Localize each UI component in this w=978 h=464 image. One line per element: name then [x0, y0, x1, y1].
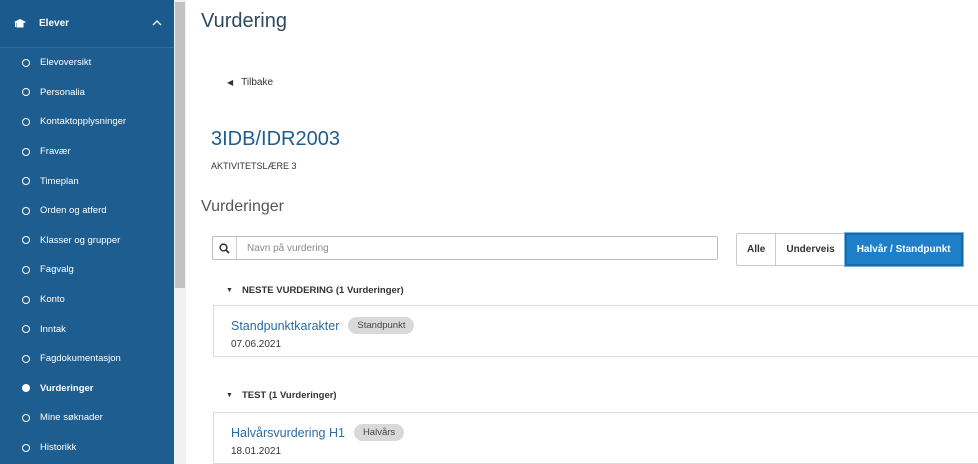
radio-circle-icon	[22, 443, 30, 452]
sidebar-item-kontaktopplysninger[interactable]: Kontaktopplysninger	[0, 107, 174, 137]
filter-alle-button[interactable]: Alle	[736, 233, 777, 266]
sidebar-item-label: Historikk	[40, 442, 77, 454]
sidebar-item-klasser-og-grupper[interactable]: Klasser og grupper	[0, 226, 174, 256]
sidebar-item-vurderinger[interactable]: Vurderinger	[0, 374, 174, 404]
radio-circle-icon	[22, 177, 30, 186]
sidebar-item-orden-og-atferd[interactable]: Orden og atferd	[0, 196, 174, 226]
radio-circle-icon	[22, 58, 30, 67]
radio-circle-icon	[22, 265, 30, 274]
sidebar-section-header[interactable]: Elever	[0, 0, 174, 48]
sidebar-item-label: Timeplan	[40, 175, 79, 187]
sidebar-item-fagdokumentasjon[interactable]: Fagdokumentasjon	[0, 344, 174, 374]
sidebar-item-label: Elevoversikt	[40, 57, 92, 69]
scrollbar-thumb[interactable]	[175, 2, 185, 288]
sidebar-item-label: Inntak	[40, 323, 66, 335]
filter-button-group: Alle Underveis Halvår / Standpunkt	[736, 233, 963, 266]
sidebar-item-label: Orden og atferd	[40, 205, 107, 217]
assessment-date: 07.06.2021	[231, 339, 282, 350]
sidebar-section-title: Elever	[39, 18, 70, 29]
course-name: AKTIVITETSLÆRE 3	[211, 161, 297, 171]
sidebar-item-fravaer[interactable]: Fravær	[0, 137, 174, 167]
search-input[interactable]	[237, 242, 697, 254]
app-root: Elever Elevoversikt Personalia Kontaktop…	[0, 0, 978, 464]
course-code: 3IDB/IDR2003	[211, 128, 340, 150]
filter-underveis-button[interactable]: Underveis	[775, 233, 846, 266]
filter-halvar-standpunkt-button[interactable]: Halvår / Standpunkt	[844, 233, 963, 266]
radio-circle-icon	[22, 413, 30, 422]
sidebar-item-konto[interactable]: Konto	[0, 285, 174, 315]
search-icon[interactable]	[213, 237, 237, 259]
sidebar-menu: Elevoversikt Personalia Kontaktopplysnin…	[0, 48, 174, 462]
radio-circle-icon	[22, 295, 30, 304]
sidebar-item-label: Fagdokumentasjon	[40, 353, 121, 365]
group-header-neste-vurdering[interactable]: ▼ NESTE VURDERING (1 Vurderinger)	[226, 285, 404, 296]
assessment-card-title-row: Halvårsvurdering H1 Halvårs	[231, 424, 405, 441]
sidebar-item-label: Klasser og grupper	[40, 234, 121, 246]
back-label: Tilbake	[241, 77, 274, 88]
sidebar-item-label: Fravær	[40, 146, 71, 158]
radio-circle-icon	[22, 88, 30, 97]
sidebar-scrollbar[interactable]	[174, 0, 186, 464]
sidebar-item-label: Kontaktopplysninger	[40, 116, 127, 128]
sidebar-item-elevoversikt[interactable]: Elevoversikt	[0, 48, 174, 78]
assessment-card[interactable]: Standpunktkarakter Standpunkt 07.06.2021	[213, 305, 978, 357]
radio-circle-icon	[22, 117, 30, 126]
sidebar-item-personalia[interactable]: Personalia	[0, 78, 174, 108]
radio-circle-icon	[22, 206, 30, 215]
assessment-card[interactable]: Halvårsvurdering H1 Halvårs 18.01.2021	[213, 412, 978, 464]
group-header-test[interactable]: ▼ TEST (1 Vurderinger)	[226, 390, 337, 401]
sidebar-item-label: Mine søknader	[40, 412, 103, 424]
sidebar-item-mine-soknader[interactable]: Mine søknader	[0, 403, 174, 433]
caret-left-icon: ◀	[227, 78, 234, 87]
assessment-date: 18.01.2021	[231, 446, 282, 457]
radio-circle-icon	[22, 236, 30, 245]
graduation-cap-icon	[14, 18, 26, 27]
section-title: Vurderinger	[201, 198, 285, 215]
sidebar-item-fagvalg[interactable]: Fagvalg	[0, 255, 174, 285]
sidebar-item-label: Fagvalg	[40, 264, 74, 276]
assessment-name-link[interactable]: Standpunktkarakter	[231, 319, 339, 333]
sidebar-item-inntak[interactable]: Inntak	[0, 314, 174, 344]
radio-circle-icon	[22, 354, 30, 363]
radio-filled-icon	[22, 384, 30, 393]
sidebar-item-label: Personalia	[40, 86, 85, 98]
sidebar-item-label: Vurderinger	[40, 382, 94, 394]
main-content: Vurdering ◀ Tilbake 3IDB/IDR2003 AKTIVIT…	[186, 0, 978, 464]
chevron-up-icon[interactable]	[152, 18, 162, 29]
sidebar-item-historikk[interactable]: Historikk	[0, 433, 174, 463]
sidebar-item-timeplan[interactable]: Timeplan	[0, 166, 174, 196]
assessment-type-badge: Halvårs	[353, 424, 405, 441]
assessment-name-link[interactable]: Halvårsvurdering H1	[231, 426, 345, 440]
group-header-label: NESTE VURDERING (1 Vurderinger)	[241, 285, 404, 296]
sidebar: Elever Elevoversikt Personalia Kontaktop…	[0, 0, 174, 464]
group-header-label: TEST (1 Vurderinger)	[241, 390, 337, 401]
search-box	[212, 236, 718, 260]
sidebar-item-label: Konto	[40, 294, 65, 306]
back-link[interactable]: ◀ Tilbake	[227, 77, 273, 88]
radio-circle-icon	[22, 325, 30, 334]
page-title: Vurdering	[201, 10, 287, 32]
assessment-card-title-row: Standpunktkarakter Standpunkt	[231, 317, 415, 334]
caret-down-icon: ▼	[226, 392, 233, 399]
assessment-type-badge: Standpunkt	[348, 317, 415, 334]
caret-down-icon: ▼	[226, 287, 233, 294]
radio-circle-icon	[22, 147, 30, 156]
